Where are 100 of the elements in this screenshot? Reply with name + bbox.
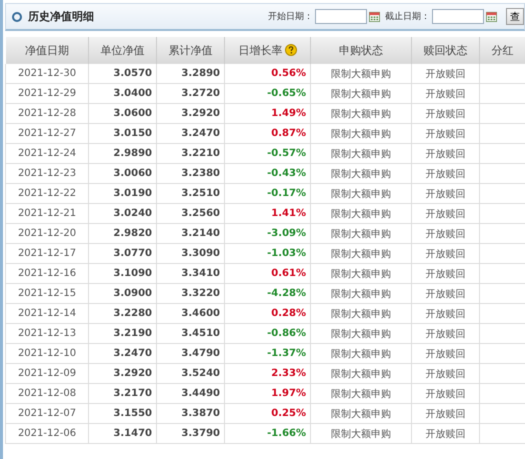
accumulated-nav-cell: 3.4510 [156, 324, 224, 344]
column-header: 净值日期 [6, 37, 88, 64]
purchase-status-cell: 限制大额申购 [310, 384, 412, 404]
end-date-field[interactable] [432, 9, 484, 24]
redemption-status-cell: 开放赎回 [412, 84, 480, 104]
unit-nav-cell: 2.9820 [88, 224, 156, 244]
unit-nav-cell: 3.2170 [88, 384, 156, 404]
redemption-status-cell: 开放赎回 [412, 364, 480, 384]
purchase-status-cell: 限制大额申购 [310, 264, 412, 284]
daily-change-cell: -3.09% [224, 224, 310, 244]
daily-change-cell: -0.86% [224, 324, 310, 344]
daily-change-cell: -0.17% [224, 184, 310, 204]
accumulated-nav-cell: 3.4490 [156, 384, 224, 404]
column-header: 日增长率 [224, 37, 310, 64]
unit-nav-cell: 3.2280 [88, 304, 156, 324]
redemption-status-cell: 开放赎回 [412, 384, 480, 404]
accumulated-nav-cell: 3.3790 [156, 424, 224, 444]
daily-change-cell: 1.97% [224, 384, 310, 404]
column-header: 单位净值 [88, 37, 156, 64]
date-cell: 2021-12-20 [6, 224, 88, 244]
date-cell: 2021-12-30 [6, 64, 88, 84]
redemption-status-cell: 开放赎回 [412, 124, 480, 144]
unit-nav-cell: 3.0240 [88, 204, 156, 224]
redemption-status-cell: 开放赎回 [412, 164, 480, 184]
unit-nav-cell: 3.0400 [88, 84, 156, 104]
accumulated-nav-cell: 3.3870 [156, 404, 224, 424]
unit-nav-cell: 3.0570 [88, 64, 156, 84]
accumulated-nav-cell: 3.4790 [156, 344, 224, 364]
daily-change-cell: -1.03% [224, 244, 310, 264]
purchase-status-cell: 限制大额申购 [310, 324, 412, 344]
purchase-status-cell: 限制大额申购 [310, 284, 412, 304]
unit-nav-cell: 3.0770 [88, 244, 156, 264]
start-date-field[interactable] [315, 9, 367, 24]
help-icon[interactable] [284, 44, 296, 56]
accumulated-nav-cell: 3.2210 [156, 144, 224, 164]
column-header: 申购状态 [310, 37, 412, 64]
daily-change-cell: -1.66% [224, 424, 310, 444]
daily-change-cell: -0.65% [224, 84, 310, 104]
purchase-status-cell: 限制大额申购 [310, 124, 412, 144]
daily-change-cell: 0.28% [224, 304, 310, 324]
accumulated-nav-cell: 3.3090 [156, 244, 224, 264]
unit-nav-cell: 3.0190 [88, 184, 156, 204]
redemption-status-cell: 开放赎回 [412, 424, 480, 444]
date-cell: 2021-12-23 [6, 164, 88, 184]
unit-nav-cell: 3.1470 [88, 424, 156, 444]
purchase-status-cell: 限制大额申购 [310, 84, 412, 104]
date-cell: 2021-12-17 [6, 244, 88, 264]
date-cell: 2021-12-06 [6, 424, 88, 444]
date-cell: 2021-12-14 [6, 304, 88, 324]
purchase-status-cell: 限制大额申购 [310, 64, 412, 84]
column-header: 累计净值 [156, 37, 224, 64]
accumulated-nav-cell: 3.2380 [156, 164, 224, 184]
daily-change-cell: 0.61% [224, 264, 310, 284]
unit-nav-cell: 3.1090 [88, 264, 156, 284]
unit-nav-cell: 3.0150 [88, 124, 156, 144]
accumulated-nav-cell: 3.2140 [156, 224, 224, 244]
purchase-status-cell: 限制大额申购 [310, 304, 412, 324]
purchase-status-cell: 限制大额申购 [310, 204, 412, 224]
unit-nav-cell: 3.0060 [88, 164, 156, 184]
calendar-icon[interactable] [369, 11, 380, 22]
redemption-status-cell: 开放赎回 [412, 344, 480, 364]
purchase-status-cell: 限制大额申购 [310, 184, 412, 204]
date-cell: 2021-12-08 [6, 384, 88, 404]
redemption-status-cell: 开放赎回 [412, 204, 480, 224]
unit-nav-cell: 3.0600 [88, 104, 156, 124]
daily-change-cell: 0.56% [224, 64, 310, 84]
date-cell: 2021-12-21 [6, 204, 88, 224]
date-cell: 2021-12-27 [6, 124, 88, 144]
purchase-status-cell: 限制大额申购 [310, 424, 412, 444]
purchase-status-cell: 限制大额申购 [310, 224, 412, 244]
daily-change-cell: 1.49% [224, 104, 310, 124]
date-cell: 2021-12-22 [6, 184, 88, 204]
date-cell: 2021-12-09 [6, 364, 88, 384]
date-cell: 2021-12-13 [6, 324, 88, 344]
redemption-status-cell: 开放赎回 [412, 304, 480, 324]
accumulated-nav-cell: 3.4600 [156, 304, 224, 324]
date-cell: 2021-12-07 [6, 404, 88, 424]
accumulated-nav-cell: 3.2920 [156, 104, 224, 124]
purchase-status-cell: 限制大额申购 [310, 164, 412, 184]
accumulated-nav-cell: 3.2720 [156, 84, 224, 104]
redemption-status-cell: 开放赎回 [412, 64, 480, 84]
redemption-status-cell: 开放赎回 [412, 404, 480, 424]
redemption-status-cell: 开放赎回 [412, 244, 480, 264]
calendar-icon[interactable] [486, 11, 497, 22]
date-cell: 2021-12-16 [6, 264, 88, 284]
query-button[interactable]: 查 [506, 8, 524, 25]
purchase-status-cell: 限制大额申购 [310, 404, 412, 424]
purchase-status-cell: 限制大额申购 [310, 344, 412, 364]
redemption-status-cell: 开放赎回 [412, 104, 480, 124]
purchase-status-cell: 限制大额申购 [310, 364, 412, 384]
date-cell: 2021-12-10 [6, 344, 88, 364]
daily-change-cell: -4.28% [224, 284, 310, 304]
end-date-label: 截止日期： [385, 10, 430, 23]
redemption-status-cell: 开放赎回 [412, 264, 480, 284]
daily-change-cell: 0.25% [224, 404, 310, 424]
daily-change-cell: -0.57% [224, 144, 310, 164]
unit-nav-cell: 2.9890 [88, 144, 156, 164]
redemption-status-cell: 开放赎回 [412, 144, 480, 164]
column-header: 分红 [480, 37, 525, 64]
accumulated-nav-cell: 3.2890 [156, 64, 224, 84]
